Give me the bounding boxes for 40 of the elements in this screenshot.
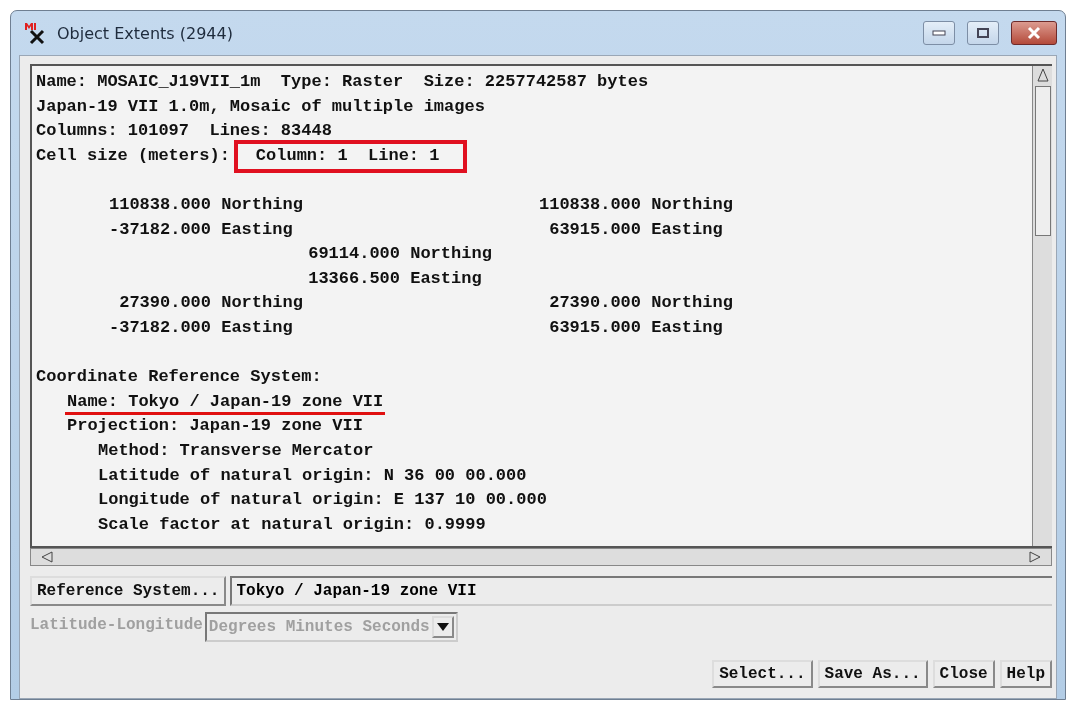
format-label: Latitude-Longitude bbox=[30, 615, 203, 636]
reference-system-field[interactable]: Tokyo / Japan-19 zone VII bbox=[230, 576, 1052, 606]
minimize-icon bbox=[932, 30, 946, 36]
coordinate-text: 13366.500 Easting bbox=[307, 267, 483, 290]
report-text: Projection: Japan-19 zone VII bbox=[67, 416, 363, 436]
scroll-left-icon[interactable] bbox=[41, 551, 53, 563]
coordinate-text: 110838.000 Northing bbox=[539, 193, 734, 216]
close-icon bbox=[1026, 26, 1042, 40]
scroll-right-icon[interactable] bbox=[1029, 551, 1041, 563]
minimize-button[interactable] bbox=[923, 21, 955, 45]
dialog-button[interactable]: Save As... bbox=[817, 660, 928, 688]
coordinate-text: -37182.000 Easting bbox=[109, 316, 294, 339]
report-text: Longitude of natural origin: E 137 10 00.000 bbox=[98, 490, 547, 510]
report-text: Method: Transverse Mercator bbox=[98, 440, 374, 460]
report-text: Scale factor at natural origin: 0.9999 bbox=[98, 514, 486, 534]
dialog-button[interactable]: Help bbox=[999, 660, 1052, 688]
report-text: Name: MOSAIC_J19VII_1m Type: Raster Size: 2257742587 bytes bbox=[36, 72, 649, 91]
coordinate-text: 69114.000 Northing bbox=[307, 243, 493, 266]
horizontal-scrollbar[interactable] bbox=[30, 548, 1052, 566]
close-button[interactable] bbox=[1011, 21, 1057, 45]
scroll-up-icon[interactable] bbox=[1036, 68, 1049, 82]
maximize-button[interactable] bbox=[967, 21, 999, 45]
report-text: Columns: 101097 Lines: 83448 bbox=[36, 121, 332, 141]
window-title: Object Extents (2944) bbox=[57, 23, 234, 43]
coordinate-text: 63915.000 Easting bbox=[548, 316, 724, 339]
underlined-text: Name: Tokyo / Japan-19 zone VII bbox=[65, 391, 386, 415]
dialog-button[interactable]: Select... bbox=[712, 660, 813, 688]
report-text: Latitude of natural origin: N 36 00 00.000 bbox=[98, 465, 527, 485]
coordinate-text: -37182.000 Easting bbox=[109, 218, 294, 241]
reference-system-button[interactable]: Reference System... bbox=[30, 576, 227, 606]
vertical-scrollbar[interactable] bbox=[1032, 66, 1052, 546]
report-text: Cell size (meters): bbox=[36, 145, 230, 165]
maximize-icon bbox=[976, 27, 990, 39]
coordinate-text: 63915.000 Easting bbox=[548, 218, 724, 241]
dropdown-arrow-icon bbox=[436, 623, 449, 631]
dialog-button[interactable]: Close bbox=[932, 660, 995, 688]
report-text: Coordinate Reference System: bbox=[36, 367, 322, 387]
highlighted-text: Column: 1 Line: 1 bbox=[233, 139, 468, 173]
coordinate-text: 27390.000 Northing bbox=[548, 292, 734, 315]
report-text: Japan-19 VII 1.0m, Mosaic of multiple images bbox=[36, 96, 485, 116]
